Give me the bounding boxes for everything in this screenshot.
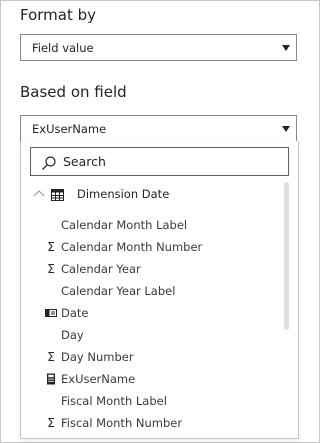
scrollbar-thumb[interactable] xyxy=(284,182,289,330)
field-label: Date xyxy=(61,306,89,320)
table-icon xyxy=(51,189,64,201)
format-by-value: Field value xyxy=(32,41,94,55)
field-label: ExUserName xyxy=(61,372,136,386)
field-item[interactable]: Calendar Year Label xyxy=(21,281,283,303)
table-name: Dimension Date xyxy=(77,187,170,201)
field-label: Calendar Month Number xyxy=(61,240,203,254)
field-label: Calendar Year xyxy=(61,262,141,276)
search-input[interactable]: Search xyxy=(30,147,289,176)
field-item[interactable]: Σ Fiscal Month Number xyxy=(21,413,283,435)
field-item[interactable]: Calendar Month Label xyxy=(21,215,283,237)
table-group-dimension-date[interactable]: Dimension Date xyxy=(21,184,281,206)
field-label: Day Number xyxy=(61,350,134,364)
format-pane: Format by Field value Based on field ExU… xyxy=(0,0,320,443)
field-item[interactable]: Σ Calendar Month Number xyxy=(21,237,283,259)
field-label: Fiscal Month Label xyxy=(61,394,167,408)
sigma-icon: Σ xyxy=(47,416,55,430)
field-label: Day xyxy=(61,328,84,342)
calculator-icon xyxy=(47,373,55,385)
sigma-icon: Σ xyxy=(47,262,55,276)
field-label: Fiscal Month Number xyxy=(61,416,183,430)
sigma-icon: Σ xyxy=(47,240,55,254)
field-label: Calendar Year Label xyxy=(61,284,176,298)
field-item[interactable]: ExUserName xyxy=(21,369,283,391)
field-list: Calendar Month Label Σ Calendar Month Nu… xyxy=(21,215,283,435)
field-picker-panel: Search Dimension Date Calendar Month Lab… xyxy=(20,141,299,439)
hierarchy-icon xyxy=(45,309,57,317)
field-item[interactable]: Σ Day Number xyxy=(21,347,283,369)
chevron-up-icon[interactable] xyxy=(33,188,45,198)
field-item[interactable]: Day xyxy=(21,325,283,347)
search-icon xyxy=(42,156,56,170)
field-label: Calendar Month Label xyxy=(61,218,188,232)
chevron-down-icon xyxy=(282,45,290,51)
format-by-dropdown[interactable]: Field value xyxy=(20,34,297,61)
chevron-down-icon xyxy=(282,126,290,132)
based-on-field-label: Based on field xyxy=(20,83,127,101)
search-placeholder: Search xyxy=(63,154,106,169)
sigma-icon: Σ xyxy=(47,350,55,364)
based-on-field-value: ExUserName xyxy=(32,122,107,136)
field-item[interactable]: Σ Calendar Year xyxy=(21,259,283,281)
based-on-field-dropdown[interactable]: ExUserName xyxy=(20,115,297,142)
field-item[interactable]: Fiscal Month Label xyxy=(21,391,283,413)
field-item[interactable]: Date xyxy=(21,303,283,325)
format-by-label: Format by xyxy=(20,6,97,24)
